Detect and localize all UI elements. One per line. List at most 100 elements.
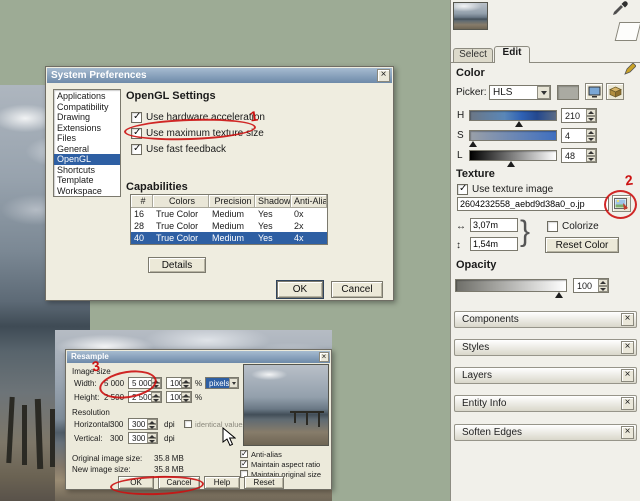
reset-button[interactable]: Reset xyxy=(244,476,284,489)
column-header[interactable]: Colors xyxy=(153,195,209,208)
panel-soften-edges[interactable]: Soften Edges × xyxy=(454,424,637,441)
capabilities-table[interactable]: # Colors Precision Shadows Anti-Alias 16… xyxy=(130,194,328,245)
tab-edit[interactable]: Edit xyxy=(494,46,530,63)
list-item[interactable]: Shortcuts xyxy=(54,165,120,176)
list-item[interactable]: Compatibility xyxy=(54,102,120,113)
match-color-on-screen-button[interactable] xyxy=(585,83,603,100)
texture-width-field[interactable] xyxy=(470,218,518,232)
height-percent-input[interactable]: 100 xyxy=(166,391,192,403)
lightness-slider-thumb[interactable] xyxy=(507,161,515,167)
list-item[interactable]: Files xyxy=(54,133,120,144)
identical-values-checkbox[interactable] xyxy=(184,420,192,428)
close-icon[interactable]: × xyxy=(621,341,634,354)
list-item[interactable]: Extensions xyxy=(54,123,120,134)
list-item[interactable]: General xyxy=(54,144,120,155)
colorize-label: Colorize xyxy=(562,221,599,232)
dialog-titlebar[interactable]: System Preferences xyxy=(47,68,392,83)
lightness-slider[interactable] xyxy=(469,150,557,161)
lightness-value: 48 xyxy=(565,151,575,161)
table-row-selected[interactable]: 40 True Color Medium Yes 4x xyxy=(131,232,327,244)
hue-slider-thumb[interactable] xyxy=(515,121,523,127)
list-item[interactable]: Drawing xyxy=(54,112,120,123)
chevron-down-icon[interactable] xyxy=(229,378,238,388)
aspect-link-icon[interactable]: } xyxy=(520,215,530,249)
list-item[interactable]: Template xyxy=(54,175,120,186)
dialog-titlebar[interactable]: Resample xyxy=(67,351,330,363)
list-item[interactable]: Workspace xyxy=(54,186,120,197)
saturation-value-field[interactable]: 4 xyxy=(561,128,597,143)
hue-value: 210 xyxy=(565,111,580,121)
new-size-value: 35.8 MB xyxy=(154,465,184,474)
spinner[interactable] xyxy=(181,378,191,388)
saturation-slider[interactable] xyxy=(469,130,557,141)
opacity-slider[interactable] xyxy=(455,279,567,292)
ok-button[interactable]: OK xyxy=(277,281,323,298)
lightness-value-field[interactable]: 48 xyxy=(561,148,597,163)
colorize-checkbox[interactable] xyxy=(547,221,558,232)
column-header[interactable]: Precision xyxy=(209,195,255,208)
table-row[interactable]: 16 True Color Medium Yes 0x xyxy=(131,208,327,220)
close-icon[interactable]: × xyxy=(621,397,634,410)
list-item-selected[interactable]: OpenGL xyxy=(54,154,120,165)
hue-slider-label: H xyxy=(457,110,464,121)
materials-tray: Select Edit Color Picker: HLS xyxy=(450,0,640,501)
picker-dropdown[interactable]: HLS xyxy=(489,85,551,100)
spinner[interactable] xyxy=(147,433,157,443)
anti-alias-checkbox[interactable]: ✓ xyxy=(240,450,248,458)
system-preferences-dialog: System Preferences × Applications Compat… xyxy=(45,66,394,301)
close-icon[interactable]: × xyxy=(319,352,329,362)
horizontal-resolution-input[interactable]: 300 xyxy=(128,418,158,430)
cell: Yes xyxy=(255,232,291,244)
preference-category-list[interactable]: Applications Compatibility Drawing Exten… xyxy=(53,89,121,197)
texture-filename-field[interactable] xyxy=(457,197,609,211)
spinner[interactable] xyxy=(147,419,157,429)
maintain-aspect-label: Maintain aspect ratio xyxy=(251,460,320,469)
table-row[interactable]: 28 True Color Medium Yes 2x xyxy=(131,220,327,232)
vertical-resolution-input[interactable]: 300 xyxy=(128,432,158,444)
spinner[interactable] xyxy=(586,129,596,142)
units-dropdown[interactable]: pixels xyxy=(205,377,239,389)
spinner[interactable] xyxy=(181,392,191,402)
use-texture-checkbox[interactable]: ✓ xyxy=(457,184,468,195)
material-preview-thumbnail[interactable] xyxy=(453,2,488,30)
column-header[interactable]: Shadows xyxy=(255,195,291,208)
texture-height-icon: ↕ xyxy=(456,240,461,251)
sample-paint-icon[interactable] xyxy=(623,63,636,76)
eyedropper-icon[interactable] xyxy=(611,1,629,17)
fast-feedback-checkbox[interactable]: ✓ xyxy=(131,144,142,155)
details-button[interactable]: Details xyxy=(148,257,206,273)
close-icon[interactable]: × xyxy=(621,369,634,382)
hardware-acceleration-checkbox[interactable]: ✓ xyxy=(131,112,142,123)
default-material-swatch[interactable] xyxy=(615,22,640,41)
panel-layers[interactable]: Layers × xyxy=(454,367,637,384)
panel-styles[interactable]: Styles × xyxy=(454,339,637,356)
opacity-value-field[interactable]: 100 xyxy=(573,278,609,293)
vertical-label: Vertical: xyxy=(74,434,102,443)
help-button[interactable]: Help xyxy=(204,476,240,489)
spinner[interactable] xyxy=(598,279,608,292)
close-icon[interactable]: × xyxy=(377,69,390,82)
close-icon[interactable]: × xyxy=(621,426,634,439)
hue-slider[interactable] xyxy=(469,110,557,121)
column-header[interactable]: Anti-Alias xyxy=(291,195,327,208)
hue-value-field[interactable]: 210 xyxy=(561,108,597,123)
chevron-down-icon[interactable] xyxy=(537,86,550,99)
maintain-aspect-checkbox[interactable]: ✓ xyxy=(240,460,248,468)
match-color-in-model-button[interactable] xyxy=(606,83,624,100)
list-item[interactable]: Applications xyxy=(54,91,120,102)
reset-color-button[interactable]: Reset Color xyxy=(545,237,619,253)
close-icon[interactable]: × xyxy=(621,313,634,326)
panel-entity-info[interactable]: Entity Info × xyxy=(454,395,637,412)
saturation-slider-thumb[interactable] xyxy=(469,141,477,147)
spinner[interactable] xyxy=(586,149,596,162)
opacity-slider-thumb[interactable] xyxy=(555,292,563,298)
column-header[interactable]: # xyxy=(131,195,153,208)
texture-height-field[interactable] xyxy=(470,237,518,251)
cancel-button[interactable]: Cancel xyxy=(331,281,383,298)
panel-components[interactable]: Components × xyxy=(454,311,637,328)
spinner[interactable] xyxy=(586,109,596,122)
spinner[interactable] xyxy=(151,392,161,402)
width-percent-input[interactable]: 100 xyxy=(166,377,192,389)
tab-select[interactable]: Select xyxy=(453,48,493,63)
help-label: Help xyxy=(214,477,230,487)
